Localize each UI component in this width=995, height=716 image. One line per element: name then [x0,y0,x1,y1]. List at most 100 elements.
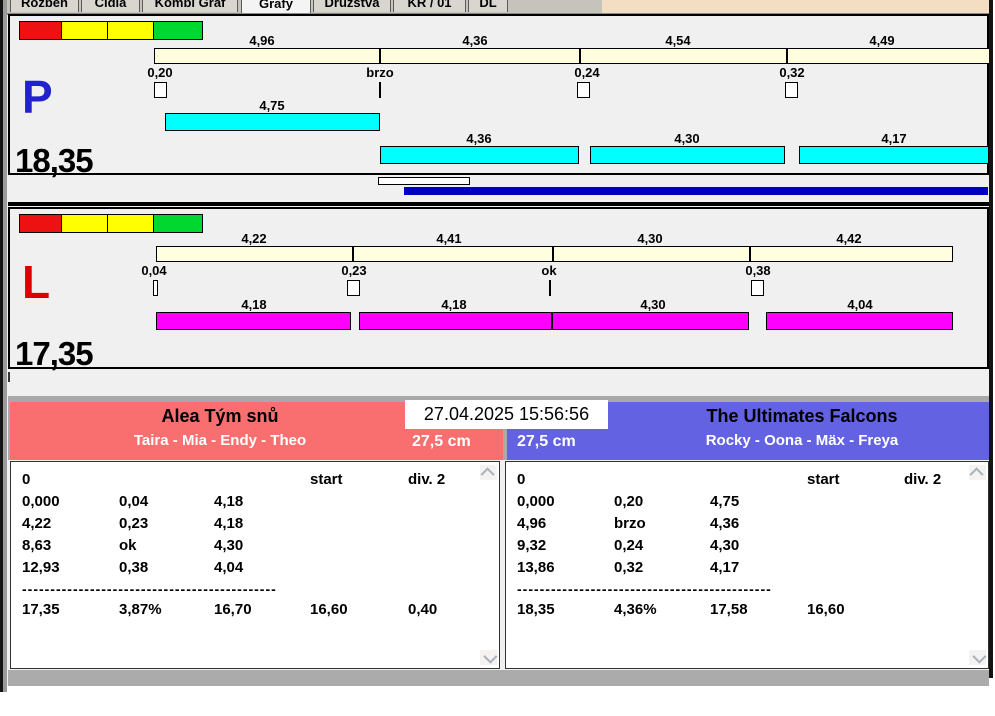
table-separator: ----------------------------------------… [22,581,277,597]
table-separator: ----------------------------------------… [517,581,772,597]
change-label: 0,20 [147,65,173,80]
change-label: 0,38 [745,263,771,278]
start-header: start [310,471,343,488]
change-marker-box [785,82,798,98]
run-time-label: 4,75 [259,98,285,113]
total-cell: 16,60 [310,601,348,618]
light-yellow [62,22,108,39]
light-yellow [62,215,108,232]
change-marker-tick [549,280,551,296]
split-divider [579,48,581,64]
results-table-right[interactable]: 0 start div. 2 0,000 0,20 4,75 4,96 brzo… [505,461,989,669]
lane-l-panel: 4,22 4,41 4,30 4,42 0,04 0,23 ok 0,38 L … [8,207,989,372]
change-label: 0,04 [141,263,167,278]
lane-l-total-time: 17,35 [15,335,94,372]
split-label: 4,41 [436,231,462,246]
table-cell: 4,36 [710,515,740,532]
split-label: 4,54 [665,33,691,48]
tab-rozbeh[interactable]: Rozbeh [10,0,79,12]
light-red [20,22,62,39]
split-divider [352,246,354,262]
tab-kr-01[interactable]: KR / 01 [393,0,466,12]
split-label: 4,42 [836,231,862,246]
light-green [154,215,202,232]
lane-p-light-strip [19,21,203,40]
total-cell: 16,70 [214,601,252,618]
table-cell: 0,32 [614,559,644,576]
table-cell: 0,000 [22,493,60,510]
datetime-display: 27.04.2025 15:56:56 [405,400,608,429]
tab-grafy[interactable]: Grafy [241,0,311,13]
lane-p-letter: P [22,71,53,123]
scroll-up-button[interactable] [969,465,986,481]
run-time-label: 4,18 [241,297,267,312]
change-marker-box [577,82,590,98]
run-time-label: 4,30 [674,131,700,146]
split-divider [786,48,788,64]
team-left-jump-height: 27,5 cm [412,433,471,450]
run-bar [590,146,785,164]
table-cell: ok [119,537,137,554]
run-bar [156,312,351,330]
change-marker-box [154,82,167,98]
table-cell: 13,86 [517,559,555,576]
change-marker-slim [153,280,158,296]
window-left-border-inner [3,0,7,692]
total-cell: 3,87% [119,601,162,618]
tab-druzstva[interactable]: Druzstva [313,0,391,12]
table-cell: 9,32 [517,537,547,554]
table-cell: 12,93 [22,559,60,576]
table-cell: 4,22 [22,515,52,532]
lane-number: 0 [517,471,526,488]
table-cell: 0,20 [614,493,644,510]
table-cell: 4,30 [214,537,244,554]
window-right-border [989,0,993,678]
split-label: 4,49 [869,33,895,48]
run-bar [165,113,380,131]
table-cell: 0,04 [119,493,149,510]
title-strip-background [602,0,989,13]
team-right-name: The Ultimates Falcons [706,406,898,426]
table-cell: 0,24 [614,537,644,554]
table-cell: 4,75 [710,493,740,510]
change-label: ok [541,263,557,278]
chevron-up-icon [480,466,495,481]
run-time-label: 4,04 [847,297,873,312]
total-cell: 16,60 [807,601,845,618]
table-cell: 0,23 [119,515,149,532]
div-header: div. 2 [904,471,942,488]
change-label: 0,23 [341,263,367,278]
split-label: 4,36 [462,33,488,48]
chevron-up-icon [969,466,984,481]
tab-dl[interactable]: DL [468,0,508,12]
tab-kombi-graf[interactable]: Kombi Graf [142,0,238,12]
split-label: 4,96 [249,33,275,48]
split-label: 4,22 [241,231,267,246]
results-table-left[interactable]: 0 start div. 2 0,000 0,04 4,18 4,22 0,23… [10,461,500,669]
scroll-up-button[interactable] [480,465,497,481]
table-cell: 4,30 [710,537,740,554]
change-marker-tick [379,82,381,98]
div-header: div. 2 [408,471,446,488]
run-bar [799,146,989,164]
total-cell: 4,36% [614,601,657,618]
scroll-down-button[interactable] [480,649,497,665]
app-window: Rozbeh Cidla Kombi Graf Grafy Druzstva K… [0,0,995,716]
run-bar [380,146,579,164]
lane-p-panel: 4,96 4,36 4,54 4,49 0,20 brzo 0,24 0,32 … [8,14,990,177]
scroll-down-button[interactable] [969,649,986,665]
chevron-down-icon [971,649,986,664]
team-left-members: Taira - Mia - Endy - Theo [133,432,307,449]
light-red [20,215,62,232]
split-timeline-bar [154,48,990,64]
table-cell: 4,18 [214,515,244,532]
panel-separator [8,202,989,206]
total-cell: 17,58 [710,601,748,618]
table-cell: 4,18 [214,493,244,510]
table-cell: brzo [614,515,646,532]
change-label: brzo [366,65,394,80]
change-marker-box [347,280,360,296]
tab-cidla[interactable]: Cidla [81,0,140,12]
table-cell: 4,04 [214,559,244,576]
run-time-label: 4,18 [441,297,467,312]
